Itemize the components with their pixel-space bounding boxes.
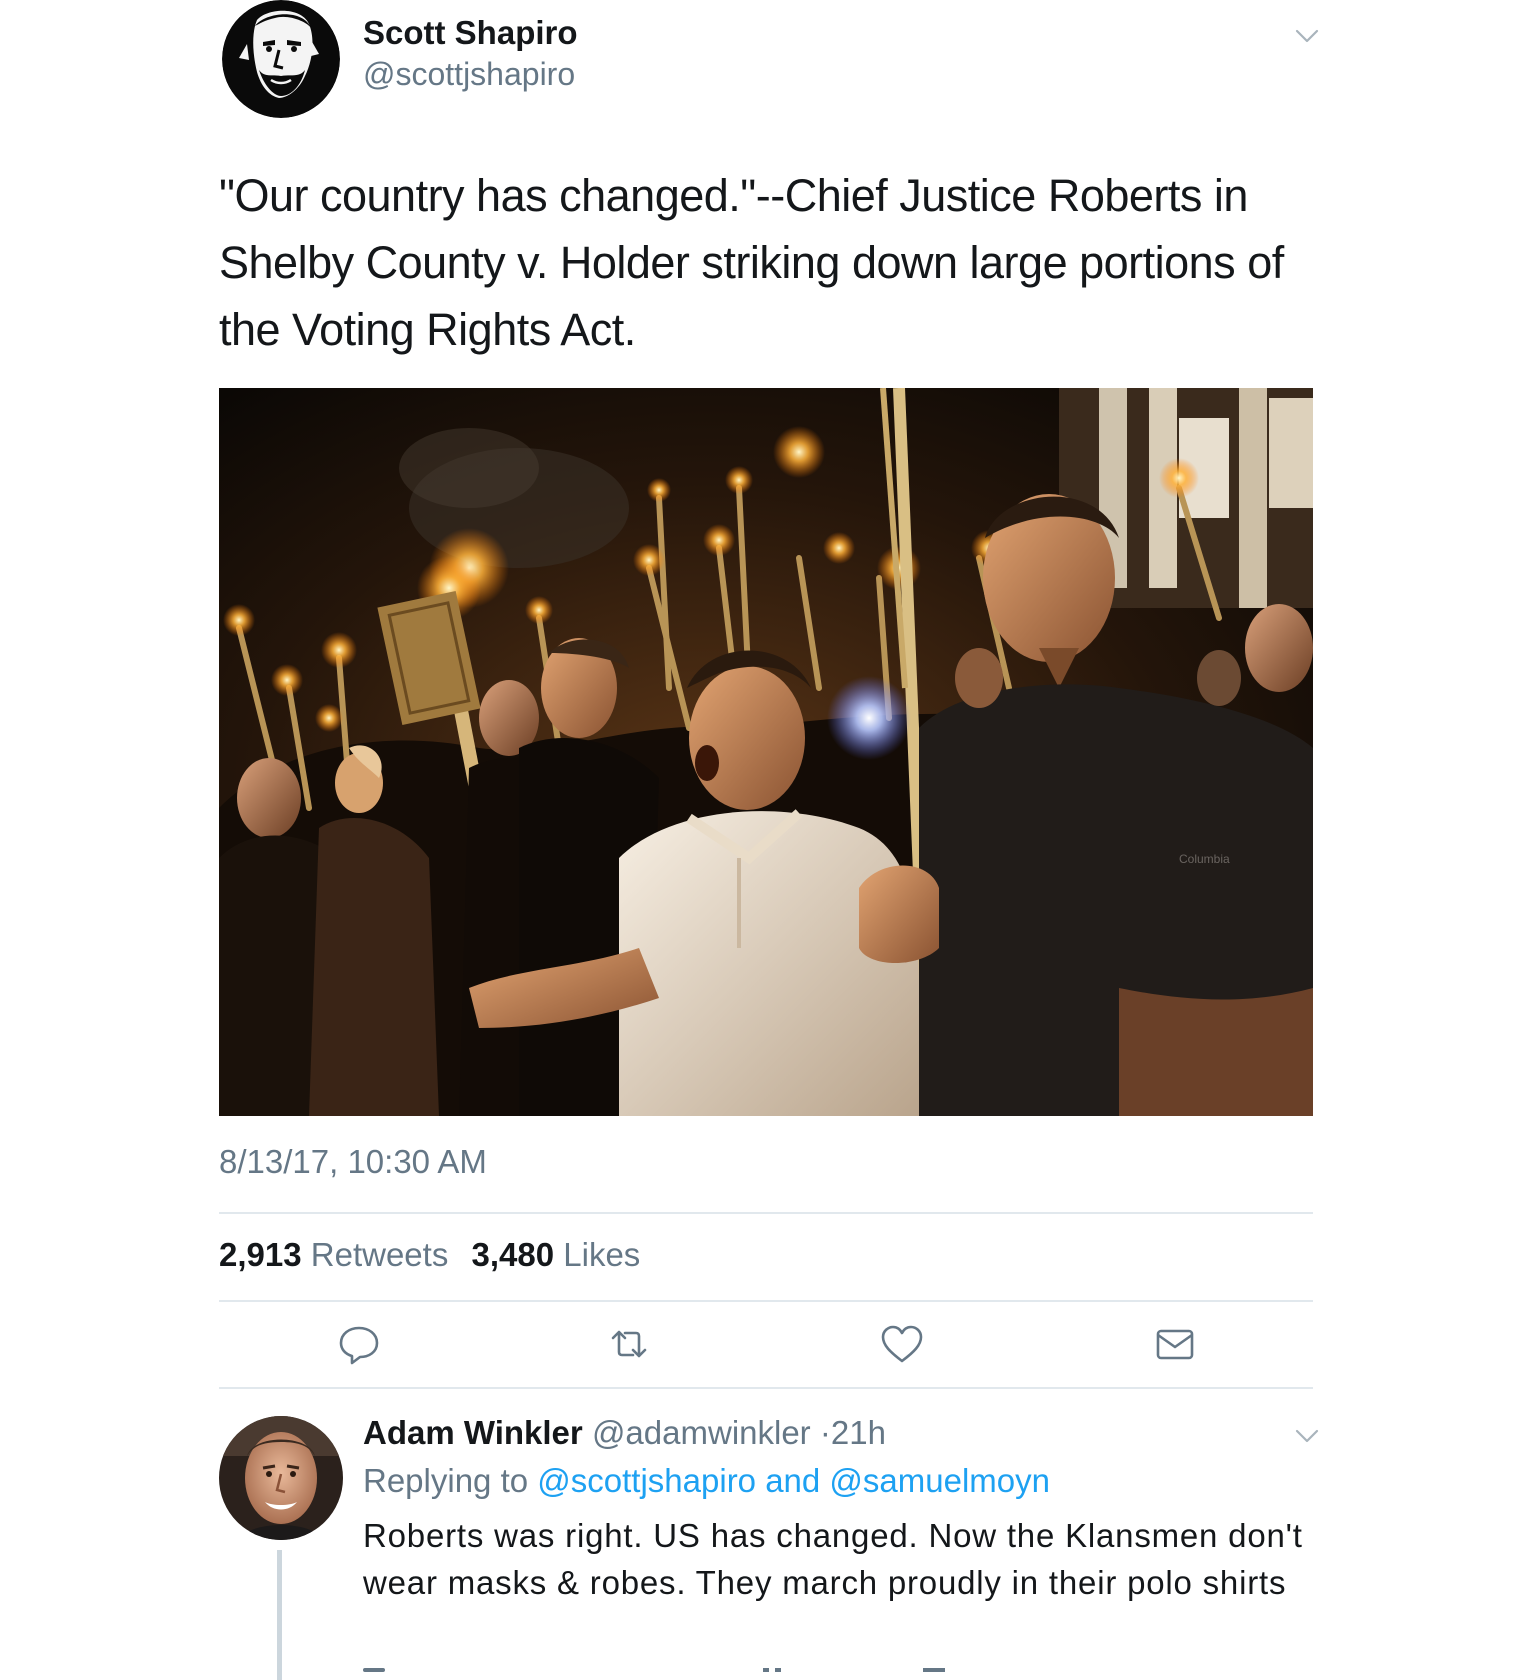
- replying-prefix: Replying to: [363, 1462, 529, 1499]
- reply-time[interactable]: 21h: [831, 1414, 886, 1451]
- reply-author-name[interactable]: Adam Winkler: [363, 1414, 583, 1451]
- retweets-label[interactable]: Retweets: [311, 1236, 449, 1273]
- chevron-down-icon[interactable]: [1295, 1428, 1319, 1444]
- direct-message-icon[interactable]: [1153, 1322, 1197, 1366]
- likes-label[interactable]: Likes: [563, 1236, 640, 1273]
- retweets-count[interactable]: 2,913: [219, 1236, 302, 1273]
- tweet-timestamp: 8/13/17, 10:30 AM: [219, 1143, 487, 1180]
- likes-count[interactable]: 3,480: [472, 1236, 555, 1273]
- divider: [219, 1387, 1313, 1389]
- like-icon[interactable]: [880, 1322, 924, 1366]
- tweet-text: "Our country has changed."--Chief Justic…: [219, 170, 1284, 355]
- reply-icon[interactable]: [337, 1322, 381, 1366]
- divider: [219, 1300, 1313, 1302]
- author-name[interactable]: Scott Shapiro: [363, 14, 578, 52]
- reply-text: Roberts was right. US has changed. Now t…: [363, 1517, 1303, 1601]
- retweet-icon[interactable]: [607, 1322, 651, 1366]
- divider: [219, 1212, 1313, 1214]
- replying-mentions[interactable]: @scottjshapiro and @samuelmoyn: [537, 1462, 1050, 1499]
- thread-line: [277, 1550, 282, 1680]
- tweet-photo[interactable]: Columbia: [219, 388, 1313, 1116]
- author-avatar[interactable]: [219, 0, 343, 118]
- replying-to: Replying to @scottjshapiro and @samuelmo…: [363, 1462, 1050, 1500]
- reply-author-handle[interactable]: @adamwinkler: [592, 1414, 811, 1451]
- author-handle[interactable]: @scottjshapiro: [363, 56, 575, 93]
- shirt-logo-text: Columbia: [1179, 852, 1230, 866]
- reply-author-avatar[interactable]: [219, 1416, 343, 1540]
- tweet-stats: 2,913 Retweets 3,480 Likes: [219, 1236, 654, 1274]
- reply-tweet[interactable]: Adam Winkler @adamwinkler ·21h Replying …: [219, 1400, 1319, 1680]
- separator-dot: ·: [819, 1414, 831, 1451]
- reply-actions-clipped: [363, 1668, 945, 1672]
- reply-header: Adam Winkler @adamwinkler ·21h: [363, 1414, 886, 1452]
- chevron-down-icon[interactable]: [1295, 28, 1319, 44]
